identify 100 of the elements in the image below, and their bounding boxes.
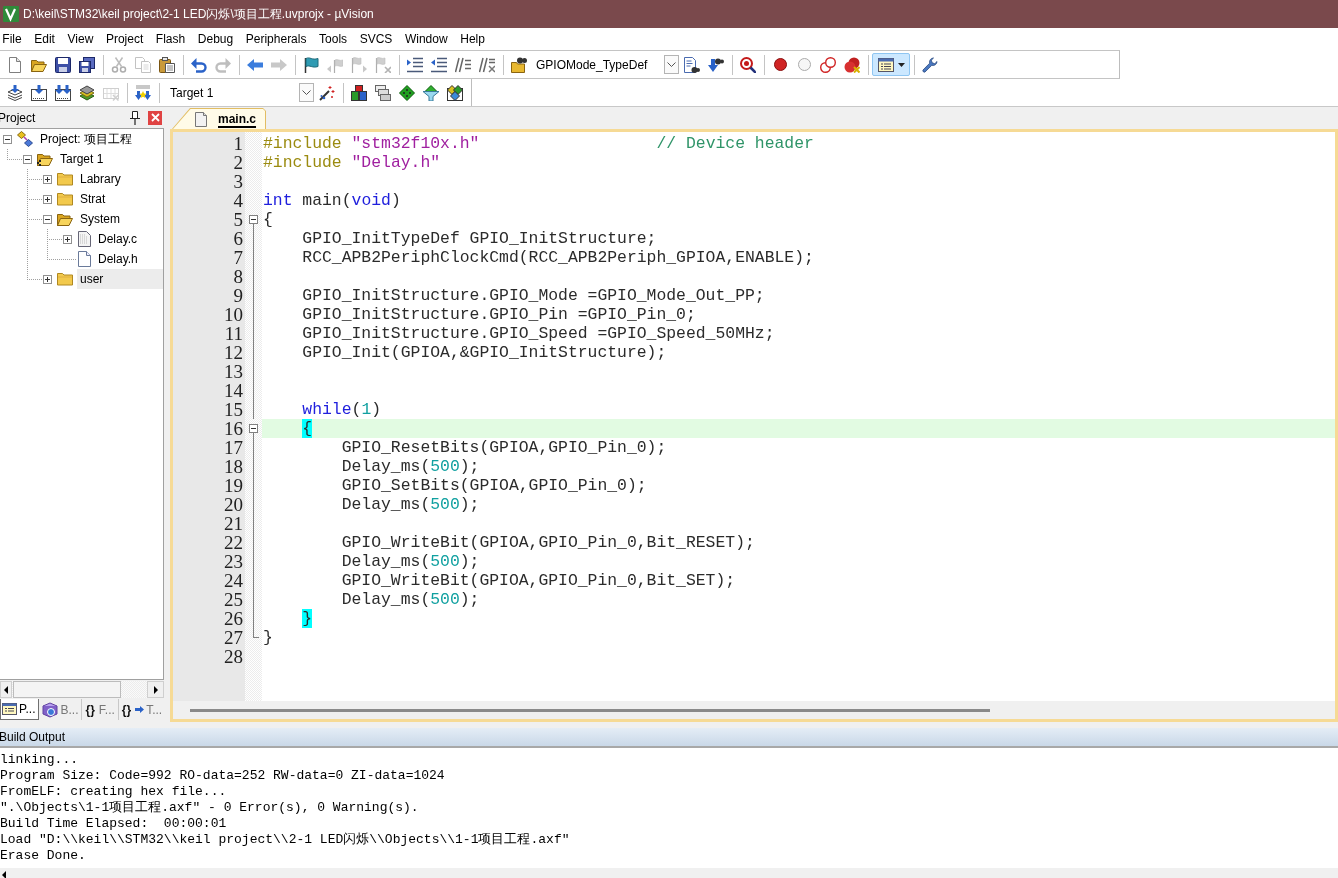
page-down-arrow-icon [31,84,47,101]
tree-item[interactable]: Project: 项目工程 [37,129,163,149]
menu-item[interactable]: File [0,30,28,48]
panel-tab[interactable]: P... [0,699,40,720]
window-title: D:\keil\STM32\keil project\2-1 LED闪烁\项目工程.uvprojx - µVision [23,5,374,23]
tree-item[interactable]: System [77,209,163,229]
line-number: 14 [223,381,244,400]
magnifier-icon [740,56,756,73]
menu-item[interactable]: View [61,30,100,48]
expand-icon[interactable] [63,234,72,244]
tree-item[interactable]: Delay.c [95,229,163,249]
code-line: GPIO_WriteBit(GPIOA,GPIO_Pin_0,Bit_SET); [340,571,737,590]
solid-dot-icon [773,58,787,71]
code-line: GPIO_WriteBit(GPIOA,GPIO_Pin_0,Bit_RESET); [340,533,756,552]
horizontal-scrollbar[interactable] [0,681,164,698]
code-line: #include "stm32f10x.h" // Device header [262,134,815,153]
scroll-left-button[interactable] [0,681,12,698]
scrollbar-thumb[interactable] [13,681,121,698]
curved-left-arrow-icon [191,56,207,73]
line-number: 13 [223,362,244,381]
panel-tab[interactable]: B... [40,699,83,720]
stacked-layers-icon [79,84,95,101]
triangle-left-icon [4,685,8,694]
line-number: 19 [223,476,244,495]
slash-lines-icon [455,56,471,73]
menu-item[interactable]: Project [99,30,150,48]
tree-item[interactable]: Target 1 [57,149,163,169]
tree-item[interactable]: user [77,269,163,289]
dots-cross-icon [844,56,860,73]
tree-item[interactable]: Strat [77,189,163,209]
dropdown-button[interactable] [299,83,314,102]
arrow-binoculars-icon [708,56,724,73]
menu-item[interactable]: Flash [149,30,192,48]
wrench-icon [922,56,938,73]
line-number: 20 [223,495,244,514]
code-line: GPIO_InitStructure.GPIO_Mode =GPIO_Mode_Out_PP; [301,286,766,305]
code-line: Delay_ms(500); [340,495,481,514]
output-line: Erase Done. [0,848,86,864]
panel-tab[interactable]: {} T... [119,699,165,720]
close-button[interactable] [148,110,162,125]
collapse-icon[interactable] [249,424,258,433]
book-question-icon [42,701,59,718]
output-line: Build Time Elapsed: 00:00:01 [0,816,227,832]
window-list-icon [2,703,17,715]
menu-item[interactable]: Debug [191,30,240,48]
file-tab[interactable]: main.c [172,108,266,129]
expand-icon[interactable] [43,174,52,184]
collapse-icon[interactable] [3,134,12,144]
diamond-funnel-icon [423,84,439,101]
outdent-lines-icon [431,56,447,73]
line-number: 22 [223,533,244,552]
flag-cross-icon [375,56,391,73]
output-line: FromELF: creating hex file... [0,784,227,800]
line-number: 24 [223,571,244,590]
collapse-icon[interactable] [249,215,258,224]
code-line: { [262,210,274,229]
flag-icon [303,56,319,73]
page-double-arrow-icon [55,84,71,101]
dropdown-button[interactable] [664,55,679,74]
scroll-right-button[interactable] [147,681,164,698]
menu-item[interactable]: SVCS [353,30,399,48]
collapse-icon[interactable] [43,214,52,224]
tree-item[interactable]: Delay.h [95,249,163,269]
expand-icon[interactable] [43,274,52,284]
line-number: 25 [223,590,244,609]
line-number: 27 [223,628,244,647]
flag-left-arrow-icon [327,56,343,73]
close-icon [150,113,160,122]
curved-right-arrow-icon [215,56,231,73]
menu-item[interactable]: Tools [312,30,354,48]
clipboard-icon [159,56,175,73]
window-list-icon [877,56,894,73]
output-line: Load "D:\\keil\\STM32\\keil project\\2-1 LED闪烁\\Objects\\1-1项目工程.axf" [0,832,570,848]
code-line: Delay_ms(500); [340,457,481,476]
indent-lines-icon [407,56,423,73]
output-line: Program Size: Code=992 RO-data=252 RW-data=0 ZI-data=1024 [0,768,445,784]
panel-tab[interactable]: {} F... [83,699,119,720]
chevron-down-icon [302,90,311,95]
app-logo-icon [3,6,19,22]
line-number: 6 [232,229,244,248]
line-number: 11 [223,324,244,343]
line-number: 7 [232,248,244,267]
tree-item[interactable]: Labrary [77,169,163,189]
pin-icon [130,110,140,125]
line-number: 15 [223,400,244,419]
menu-item[interactable]: Window [398,30,454,48]
menu-item[interactable]: Help [453,30,492,48]
scrollbar-thumb[interactable] [190,708,990,712]
code-line: GPIO_ResetBits(GPIOA,GPIO_Pin_0); [340,438,668,457]
windows-button[interactable] [872,53,910,76]
menu-item[interactable]: Edit [27,30,62,48]
horizontal-scrollbar[interactable] [173,701,1335,719]
download-arrows-icon [135,84,151,101]
dropdown-field[interactable]: Target 1 [163,82,315,103]
colored-blocks-icon [351,84,367,101]
dropdown-field[interactable]: GPIOMode_TypeDef [531,54,680,75]
collapse-icon[interactable] [23,154,32,164]
line-number: 21 [223,514,244,533]
expand-icon[interactable] [43,194,52,204]
menu-item[interactable]: Peripherals [239,30,313,48]
